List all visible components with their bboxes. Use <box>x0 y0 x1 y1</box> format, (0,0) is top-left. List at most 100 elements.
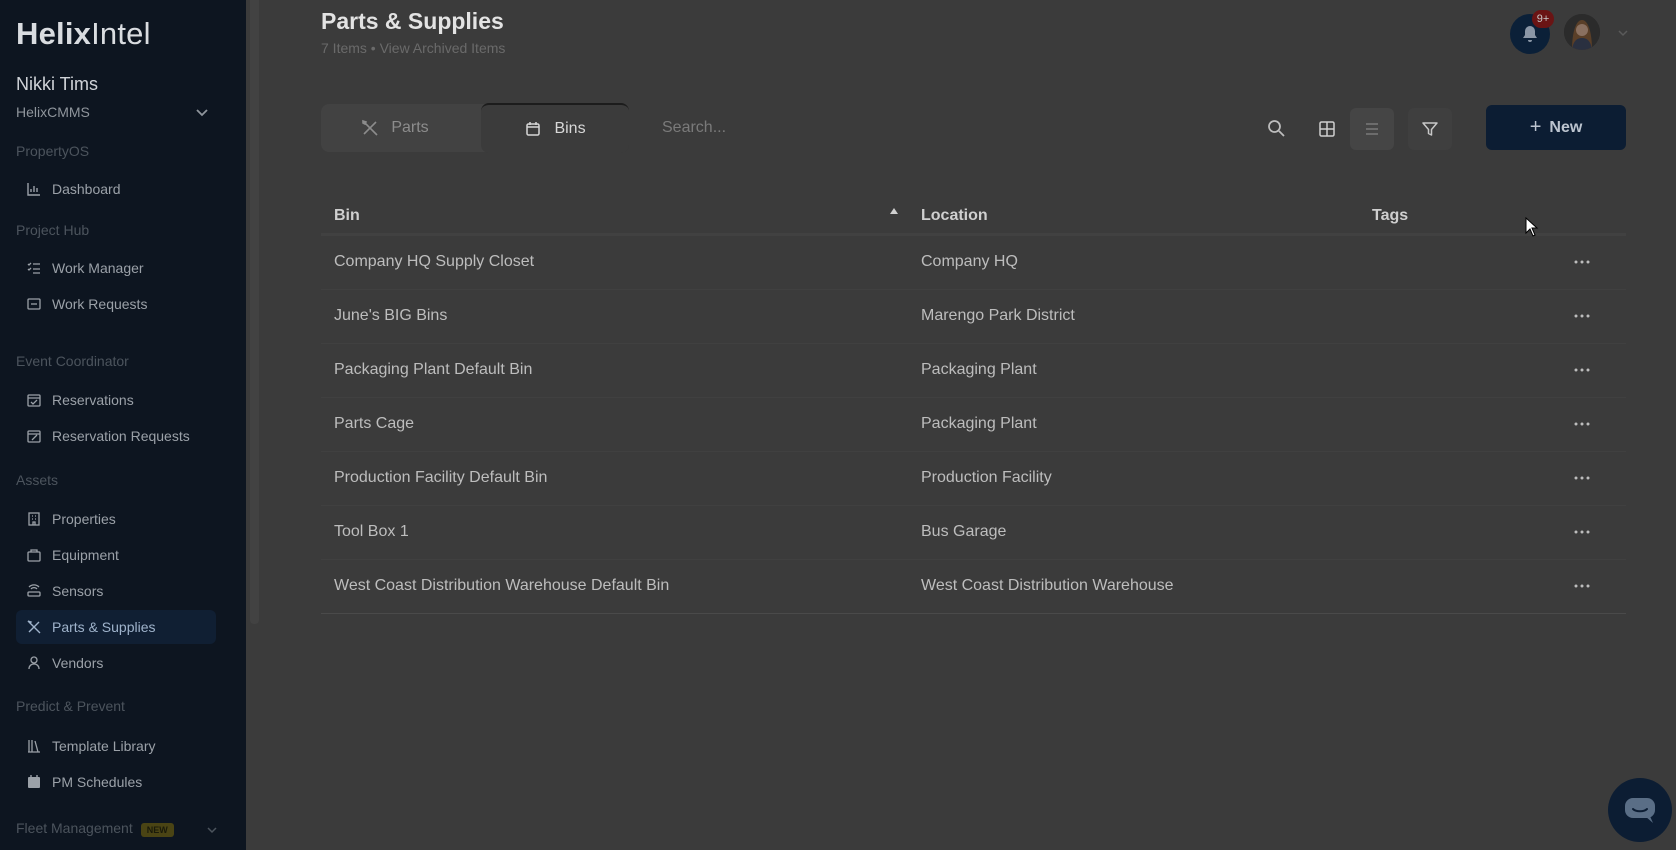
table-row[interactable]: Packaging Plant Default Bin Packaging Pl… <box>321 344 1626 398</box>
column-header-location[interactable]: Location <box>921 207 988 225</box>
table-row[interactable]: West Coast Distribution Warehouse Defaul… <box>321 560 1626 614</box>
account-chevron-down-icon[interactable] <box>1616 26 1630 40</box>
helixintel-logo[interactable]: HelixIntel <box>16 16 151 52</box>
cell-location: Company HQ <box>921 253 1018 270</box>
sidebar-item-label: Dashboard <box>52 181 121 197</box>
table-header: Bin Location Tags <box>321 196 1626 236</box>
grid-icon <box>1319 121 1335 137</box>
sidebar: HelixIntel Nikki Tims HelixCMMS Property… <box>0 0 246 850</box>
row-more-button[interactable] <box>1571 468 1593 488</box>
sort-ascending-icon[interactable] <box>889 207 899 215</box>
sidebar-item-reservation-requests[interactable]: Reservation Requests <box>16 419 216 453</box>
avatar[interactable] <box>1564 14 1600 50</box>
user-name: Nikki Tims <box>16 74 98 94</box>
cell-location: Bus Garage <box>921 523 1007 540</box>
logo-text-bold: Helix <box>16 16 92 51</box>
filter-icon <box>1422 122 1438 136</box>
row-more-button[interactable] <box>1571 522 1593 542</box>
search-input[interactable] <box>662 110 1262 146</box>
sensor-icon <box>25 582 43 600</box>
sidebar-item-equipment[interactable]: Equipment <box>16 538 216 572</box>
table-row[interactable]: Parts Cage Packaging Plant <box>321 398 1626 452</box>
sidebar-item-label: Reservations <box>52 392 134 408</box>
tools-icon <box>362 119 378 136</box>
notification-count-badge: 9+ <box>1532 10 1554 28</box>
new-button-label: New <box>1549 118 1583 136</box>
sidebar-item-sensors[interactable]: Sensors <box>16 574 216 608</box>
more-horizontal-icon <box>1574 530 1590 534</box>
row-more-button[interactable] <box>1571 306 1593 326</box>
chart-icon <box>25 180 43 198</box>
view-archived-link[interactable]: View Archived Items <box>380 40 506 56</box>
cell-bin[interactable]: Parts Cage <box>334 415 414 433</box>
cell-location: Production Facility <box>921 469 1052 486</box>
cell-location: Packaging Plant <box>921 415 1037 432</box>
sidebar-item-work-manager[interactable]: Work Manager <box>16 251 216 285</box>
more-horizontal-icon <box>1574 584 1590 588</box>
table-row[interactable]: Tool Box 1 Bus Garage <box>321 506 1626 560</box>
section-predict-prevent: Predict & Prevent <box>16 698 125 714</box>
sidebar-item-vendors[interactable]: Vendors <box>16 646 216 680</box>
sidebar-item-label: Reservation Requests <box>52 428 190 444</box>
sidebar-item-label: Equipment <box>52 547 119 563</box>
sidebar-item-label: Properties <box>52 511 116 527</box>
table-row[interactable]: Production Facility Default Bin Producti… <box>321 452 1626 506</box>
chat-bubble-icon <box>1625 798 1655 823</box>
row-more-button[interactable] <box>1571 576 1593 596</box>
user-avatar-icon <box>1564 14 1600 50</box>
sidebar-item-label: Work Requests <box>52 296 148 312</box>
org-name[interactable]: HelixCMMS <box>16 104 90 120</box>
section-assets: Assets <box>16 472 59 488</box>
more-horizontal-icon <box>1574 476 1590 480</box>
cell-bin[interactable]: June's BIG Bins <box>334 307 447 325</box>
section-property-os: PropertyOS <box>16 143 90 159</box>
tools-icon <box>25 618 43 636</box>
chat-widget-button[interactable] <box>1608 778 1672 842</box>
calendar-check-icon <box>25 391 43 409</box>
sidebar-scrollbar[interactable] <box>250 0 259 624</box>
cell-bin[interactable]: Packaging Plant Default Bin <box>334 361 532 379</box>
new-button[interactable]: + New <box>1486 105 1626 150</box>
list-view-button[interactable] <box>1350 108 1394 150</box>
sidebar-item-label: Vendors <box>52 655 104 671</box>
bin-icon <box>526 122 541 136</box>
sidebar-item-reservations[interactable]: Reservations <box>16 383 216 417</box>
column-header-tags[interactable]: Tags <box>1372 207 1408 225</box>
more-horizontal-icon <box>1574 422 1590 426</box>
row-more-button[interactable] <box>1571 252 1593 272</box>
table-row[interactable]: June's BIG Bins Marengo Park District <box>321 290 1626 344</box>
cell-bin[interactable]: Production Facility Default Bin <box>334 469 547 487</box>
tab-label: Bins <box>554 120 586 137</box>
cell-bin[interactable]: West Coast Distribution Warehouse Defaul… <box>334 577 669 595</box>
sidebar-item-label: Parts & Supplies <box>52 619 156 635</box>
cell-bin[interactable]: Company HQ Supply Closet <box>334 253 534 271</box>
tab-parts[interactable]: Parts <box>321 104 469 152</box>
sidebar-item-label: Sensors <box>52 583 104 599</box>
row-more-button[interactable] <box>1571 414 1593 434</box>
library-icon <box>25 737 43 755</box>
sidebar-item-label: Work Manager <box>52 260 144 276</box>
more-horizontal-icon <box>1574 368 1590 372</box>
cell-bin[interactable]: Tool Box 1 <box>334 523 409 541</box>
chevron-down-icon[interactable] <box>206 824 218 836</box>
item-count: 7 Items <box>321 40 367 56</box>
tab-label: Parts <box>391 119 429 136</box>
grid-view-button[interactable] <box>1310 112 1344 146</box>
section-fleet-management[interactable]: Fleet Management NEW <box>16 820 174 837</box>
page-subtitle: 7 Items • View Archived Items <box>321 40 505 56</box>
table-row[interactable]: Company HQ Supply Closet Company HQ <box>321 236 1626 290</box>
search-icon[interactable] <box>1266 118 1286 138</box>
sidebar-item-pm-schedules[interactable]: PM Schedules <box>16 765 216 799</box>
tab-bins[interactable]: Bins <box>481 103 629 153</box>
filter-button[interactable] <box>1408 108 1452 150</box>
page-title: Parts & Supplies <box>321 8 504 34</box>
org-chevron-down-icon[interactable] <box>194 104 210 120</box>
sidebar-item-dashboard[interactable]: Dashboard <box>16 172 216 206</box>
sidebar-item-template-library[interactable]: Template Library <box>16 729 216 763</box>
sidebar-item-properties[interactable]: Properties <box>16 502 216 536</box>
column-header-bin[interactable]: Bin <box>334 207 360 225</box>
sidebar-item-work-requests[interactable]: Work Requests <box>16 287 216 321</box>
row-more-button[interactable] <box>1571 360 1593 380</box>
sidebar-item-parts-supplies[interactable]: Parts & Supplies <box>16 610 216 644</box>
cell-location: West Coast Distribution Warehouse <box>921 577 1174 594</box>
